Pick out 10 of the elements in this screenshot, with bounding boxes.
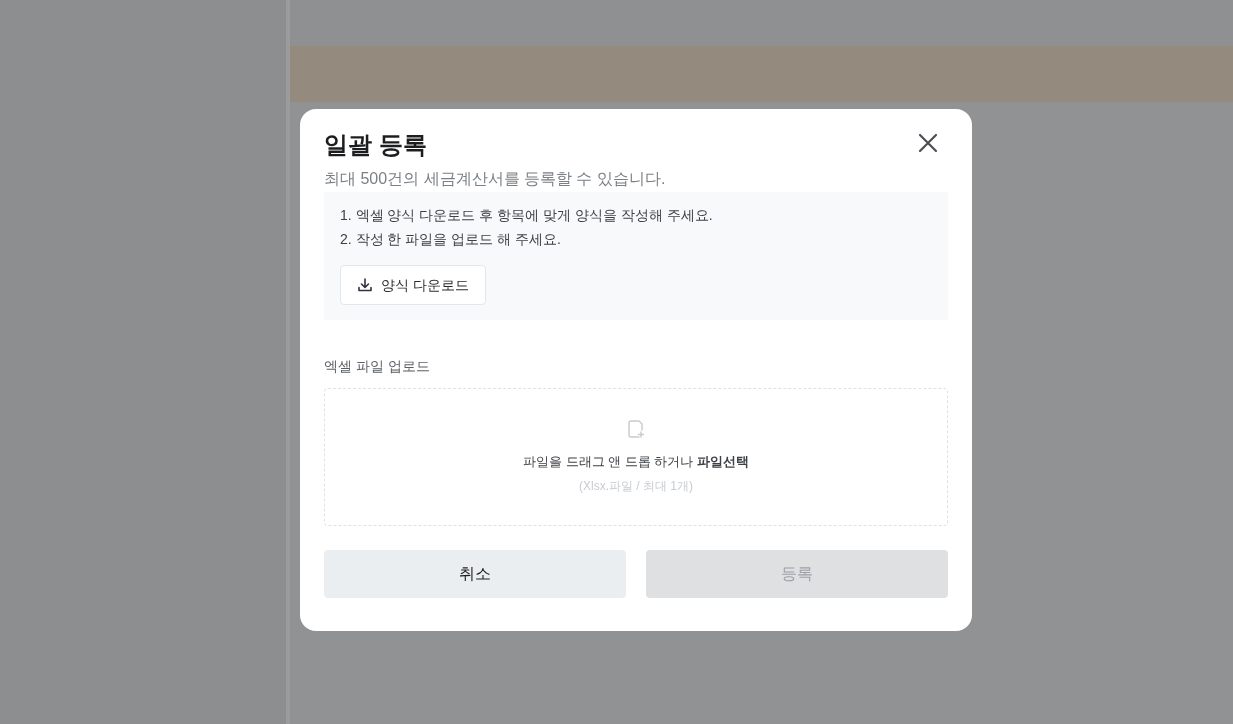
instruction-text: 2. 작성 한 파일을 업로드 해 주세요. bbox=[340, 230, 562, 248]
cancel-button[interactable]: 취소 bbox=[324, 550, 626, 598]
upload-label: 엑셀 파일 업로드 bbox=[324, 357, 431, 375]
file-add-icon bbox=[627, 419, 645, 440]
drop-prompt: 파일을 드래그 앤 드롭 하거나 파일선택 bbox=[522, 453, 750, 472]
download-button[interactable]: 양식 다운로드 bbox=[340, 265, 486, 305]
dialog-title: 일괄 등록 bbox=[324, 130, 427, 160]
instruction-text: 1. 엑셀 양식 다운로드 후 항목에 맞게 양식을 작성해 주세요. bbox=[340, 206, 714, 224]
dialog-subtitle: 최대 500건의 세금계산서를 등록할 수 있습니다. bbox=[324, 169, 667, 189]
download-icon bbox=[357, 277, 373, 293]
